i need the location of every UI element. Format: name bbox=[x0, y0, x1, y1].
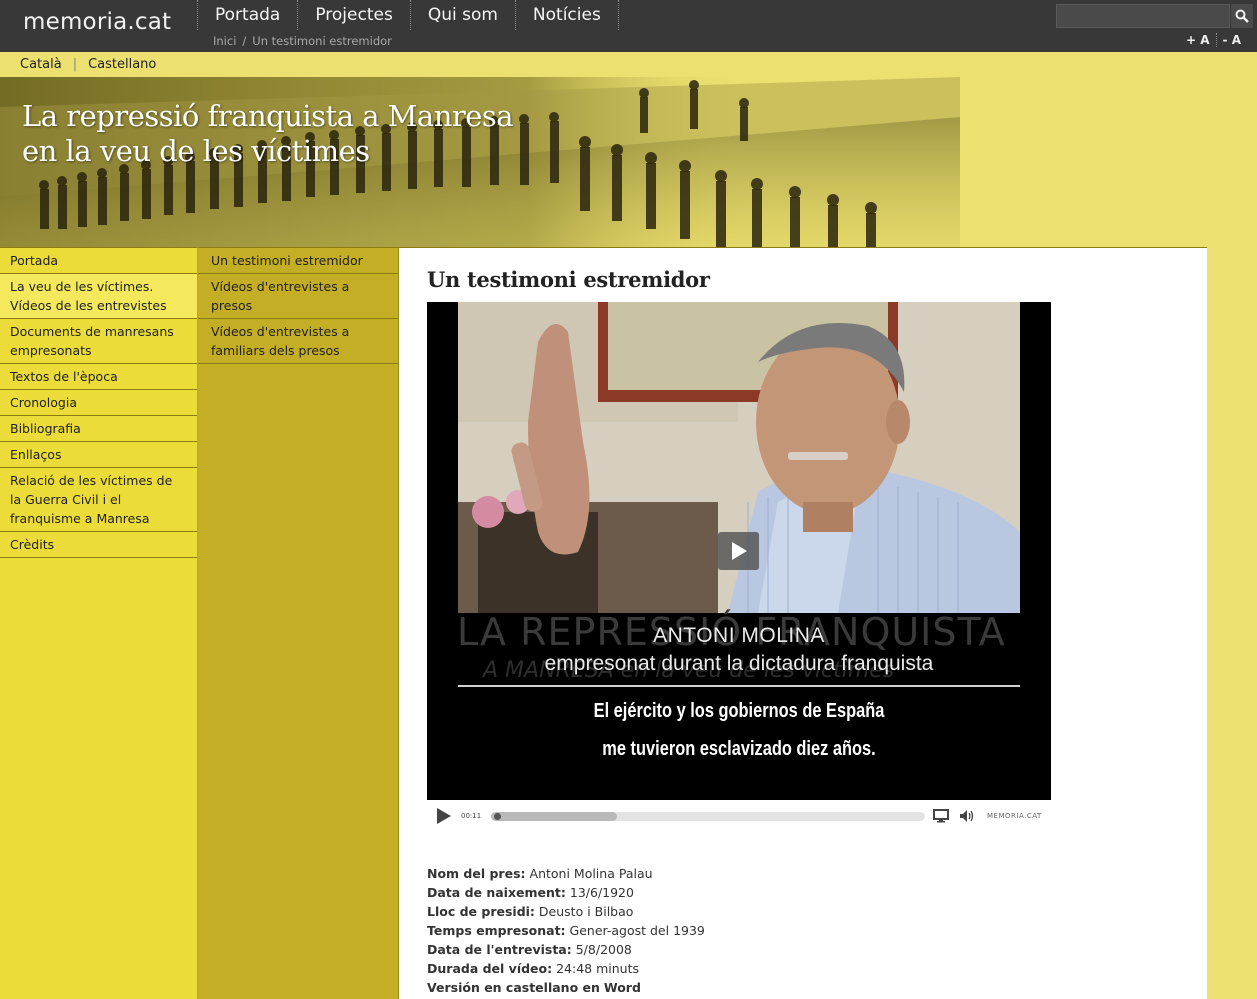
interview-details: Nom del pres: Antoni Molina Palau Data de… bbox=[427, 864, 705, 997]
banner-title: La repressió franquista a Manresa en la … bbox=[22, 99, 514, 169]
search-box bbox=[1056, 4, 1230, 28]
sidebar-item-la-veu-de-les-victimes[interactable]: La veu de les víctimes. Vídeos de les en… bbox=[0, 274, 197, 319]
header-banner: La repressió franquista a Manresa en la … bbox=[0, 77, 1257, 247]
speaker-icon bbox=[960, 810, 974, 822]
main-content: Un testimoni estremidor LA REPRESSIÓ FRA… bbox=[399, 247, 1207, 999]
detail-row: Lloc de presidi: Deusto i Bilbao bbox=[427, 902, 705, 921]
detail-row: Nom del pres: Antoni Molina Palau bbox=[427, 864, 705, 883]
detail-row: Durada del vídeo: 24:48 minuts bbox=[427, 959, 705, 978]
search-input[interactable] bbox=[1057, 5, 1229, 27]
language-separator: | bbox=[72, 57, 78, 72]
detail-value[interactable]: Word bbox=[604, 980, 641, 995]
fullscreen-button[interactable] bbox=[933, 808, 949, 824]
font-decrease-button[interactable]: - A bbox=[1217, 33, 1247, 47]
controls-play-button[interactable] bbox=[433, 805, 455, 827]
detail-label: Nom del pres: bbox=[427, 866, 526, 881]
sidebar-item-portada[interactable]: Portada bbox=[0, 248, 197, 274]
nav-item-qui-som[interactable]: Qui som bbox=[409, 0, 515, 30]
sub-navigation: Un testimoni estremidor Vídeos d'entrevi… bbox=[198, 247, 399, 999]
detail-value: Deusto i Bilbao bbox=[538, 904, 634, 919]
breadcrumb-current: Un testimoni estremidor bbox=[252, 34, 392, 48]
detail-row: Versión en castellano en Word bbox=[427, 978, 705, 997]
main-nav: Portada Projectes Qui som Notícies bbox=[197, 0, 619, 30]
detail-label: Versión en castellano en bbox=[427, 980, 600, 995]
breadcrumb: Inici / Un testimoni estremidor bbox=[213, 34, 392, 48]
play-icon bbox=[437, 808, 451, 824]
sidebar-item-documents[interactable]: Documents de manresans empresonats bbox=[0, 319, 197, 364]
video-progress-handle[interactable] bbox=[494, 812, 501, 820]
subnav-item-entrevistes-presos[interactable]: Vídeos d'entrevistes a presos bbox=[198, 274, 398, 319]
video-controls: 00:11 MEMORIA.CAT bbox=[427, 805, 1051, 827]
player-brand: MEMORIA.CAT bbox=[987, 812, 1042, 820]
video-time: 00:11 bbox=[461, 812, 482, 820]
site-logo[interactable]: memoria.cat bbox=[23, 9, 171, 35]
page-title: Un testimoni estremidor bbox=[427, 267, 710, 292]
detail-label: Temps empresonat: bbox=[427, 923, 566, 938]
video-caption-name: ANTONI MOLINA bbox=[653, 624, 825, 647]
sidebar-item-relacio-victimes[interactable]: Relació de les víctimes de la Guerra Civ… bbox=[0, 468, 197, 532]
video-caption-role: empresonat durant la dictadura franquist… bbox=[544, 652, 934, 675]
play-icon bbox=[731, 542, 747, 560]
sidebar-item-bibliografia[interactable]: Bibliografia bbox=[0, 416, 197, 442]
font-increase-button[interactable]: + A bbox=[1180, 33, 1216, 47]
detail-row: Data de l'entrevista: 5/8/2008 bbox=[427, 940, 705, 959]
subnav-item-entrevistes-familiars[interactable]: Vídeos d'entrevistes a familiars dels pr… bbox=[198, 319, 398, 364]
video-play-overlay-button[interactable] bbox=[718, 532, 759, 570]
video-player[interactable]: LA REPRESSIÓ FRANQUISTA A MANRESA en la … bbox=[427, 302, 1051, 800]
language-castellano[interactable]: Castellano bbox=[88, 57, 156, 72]
detail-label: Data de naixement: bbox=[427, 885, 566, 900]
video-caption-rule bbox=[458, 685, 1020, 687]
top-bar: memoria.cat Portada Projectes Qui som No… bbox=[0, 0, 1257, 52]
banner-title-line-1: La repressió franquista a Manresa bbox=[22, 99, 514, 133]
sidebar: Portada La veu de les víctimes. Vídeos d… bbox=[0, 247, 198, 999]
detail-value: Antoni Molina Palau bbox=[529, 866, 653, 881]
detail-value: Gener-agost del 1939 bbox=[569, 923, 705, 938]
sidebar-item-cronologia[interactable]: Cronologia bbox=[0, 390, 197, 416]
subnav-item-testimoni[interactable]: Un testimoni estremidor bbox=[198, 248, 398, 274]
breadcrumb-home[interactable]: Inici bbox=[213, 34, 236, 48]
search-button[interactable] bbox=[1231, 4, 1253, 28]
detail-label: Data de l'entrevista: bbox=[427, 942, 572, 957]
nav-item-projectes[interactable]: Projectes bbox=[297, 0, 409, 30]
monitor-icon bbox=[933, 809, 949, 823]
video-progress-track[interactable] bbox=[491, 811, 925, 821]
detail-value: 13/6/1920 bbox=[569, 885, 634, 900]
breadcrumb-separator: / bbox=[242, 34, 247, 48]
detail-label: Lloc de presidi: bbox=[427, 904, 535, 919]
detail-value: 5/8/2008 bbox=[575, 942, 632, 957]
detail-value: 24:48 minuts bbox=[556, 961, 640, 976]
detail-label: Durada del vídeo: bbox=[427, 961, 553, 976]
sidebar-item-credits[interactable]: Crèdits bbox=[0, 532, 197, 558]
language-bar: Català | Castellano bbox=[0, 52, 1257, 77]
font-size-controls: + A - A bbox=[1180, 33, 1247, 47]
video-subtitle-line-1: El ejército y los gobiernos de España bbox=[593, 700, 885, 722]
video-subtitle-line-2: me tuvieron esclavizado diez años. bbox=[602, 738, 876, 760]
nav-item-noticies[interactable]: Notícies bbox=[514, 0, 619, 30]
detail-row: Data de naixement: 13/6/1920 bbox=[427, 883, 705, 902]
search-icon bbox=[1235, 9, 1249, 23]
banner-title-line-2: en la veu de les víctimes bbox=[22, 134, 370, 168]
sidebar-item-textos[interactable]: Textos de l'època bbox=[0, 364, 197, 390]
nav-item-portada[interactable]: Portada bbox=[197, 0, 297, 30]
volume-button[interactable] bbox=[959, 808, 975, 824]
detail-row: Temps empresonat: Gener-agost del 1939 bbox=[427, 921, 705, 940]
sidebar-item-enllacos[interactable]: Enllaços bbox=[0, 442, 197, 468]
video-buffer-bar bbox=[491, 811, 617, 821]
language-catala[interactable]: Català bbox=[20, 57, 62, 72]
